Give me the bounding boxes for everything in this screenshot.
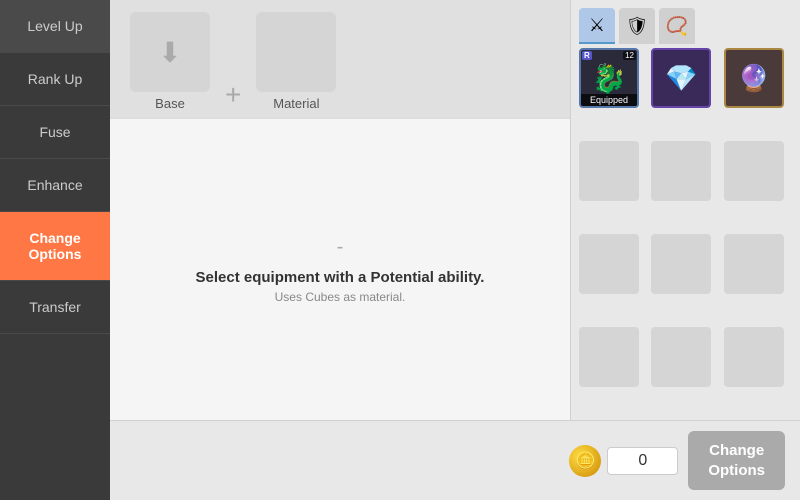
material-slot[interactable]	[256, 12, 336, 92]
sidebar-item-rank-up[interactable]: Rank Up	[0, 53, 110, 106]
item-display: ⬇ Base + Material - Select equipment wit…	[110, 0, 570, 420]
grid-cell-cell-9[interactable]	[724, 234, 784, 294]
gem2-icon: 🔮	[726, 50, 782, 106]
bottom-bar: 🪙 0 Change Options	[110, 420, 800, 500]
grid-cell-cell-10[interactable]	[579, 327, 639, 387]
sidebar-item-enhance[interactable]: Enhance	[0, 159, 110, 212]
tabs-row: ⚔🛡📿	[571, 0, 800, 44]
change-options-button[interactable]: Change Options	[688, 431, 785, 490]
info-subtitle: Uses Cubes as material.	[275, 290, 406, 304]
grid-cell-cell-8[interactable]	[651, 234, 711, 294]
equipped-label: Equipped	[581, 94, 637, 106]
badge-r: R	[582, 51, 592, 60]
info-dash: -	[337, 236, 344, 259]
grid-cell-cell-5[interactable]	[651, 141, 711, 201]
grid-cell-cell-11[interactable]	[651, 327, 711, 387]
grid-cell-cell-4[interactable]	[579, 141, 639, 201]
coin-icon: 🪙	[569, 445, 601, 477]
sidebar-item-change-options[interactable]: Change Options	[0, 212, 110, 281]
grid-cell-cell-1[interactable]: R 12 🐉 Equipped	[579, 48, 639, 108]
grid-cell-cell-12[interactable]	[724, 327, 784, 387]
weapon-tab[interactable]: ⚔	[579, 8, 615, 44]
main-content: ⬇ Base + Material - Select equipment wit…	[110, 0, 800, 500]
sidebar-item-level-up[interactable]: Level Up	[0, 0, 110, 53]
base-label: Base	[155, 96, 185, 111]
change-btn-line2: Options	[708, 462, 765, 479]
grid-cell-cell-6[interactable]	[724, 141, 784, 201]
coin-amount: 0	[607, 447, 678, 475]
sidebar-item-transfer[interactable]: Transfer	[0, 281, 110, 334]
badge-num: 12	[623, 51, 636, 60]
grid-cell-cell-2[interactable]: 💎	[651, 48, 711, 108]
download-icon: ⬇	[158, 36, 181, 69]
material-label: Material	[273, 96, 319, 111]
base-slot-container: ⬇ Base	[130, 12, 210, 111]
gem-icon: 💎	[653, 50, 709, 106]
info-section: - Select equipment with a Potential abil…	[110, 117, 570, 420]
sidebar: Level UpRank UpFuseEnhanceChange Options…	[0, 0, 110, 500]
material-slot-container: Material	[256, 12, 336, 111]
top-row: ⬇ Base + Material - Select equipment wit…	[110, 0, 800, 420]
right-panel: ⚔🛡📿 R 12 🐉 Equipped 💎 🔮	[570, 0, 800, 420]
grid-cell-cell-3[interactable]: 🔮	[724, 48, 784, 108]
grid-cell-cell-7[interactable]	[579, 234, 639, 294]
plus-icon: +	[220, 79, 246, 111]
item-grid: R 12 🐉 Equipped 💎 🔮	[571, 44, 800, 420]
sidebar-item-fuse[interactable]: Fuse	[0, 106, 110, 159]
coin-area: 🪙 0	[569, 445, 678, 477]
shield-tab[interactable]: 🛡	[619, 8, 655, 44]
info-title: Select equipment with a Potential abilit…	[196, 269, 485, 286]
base-slot[interactable]: ⬇	[130, 12, 210, 92]
slot-row: ⬇ Base + Material	[110, 0, 570, 117]
change-btn-line1: Change	[709, 442, 764, 459]
necklace-tab[interactable]: 📿	[659, 8, 695, 44]
